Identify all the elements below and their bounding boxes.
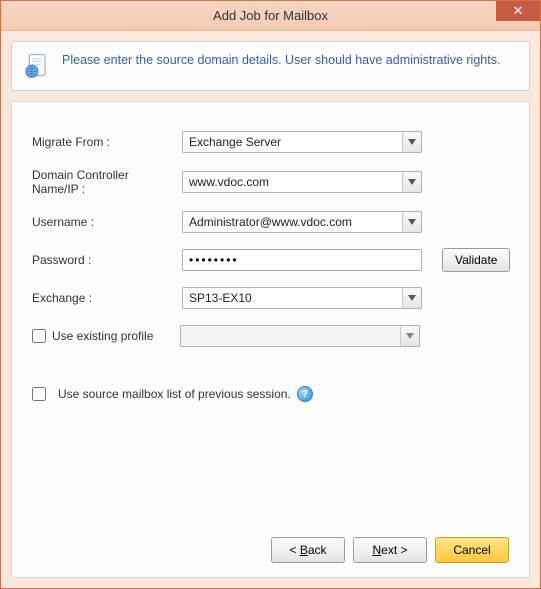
row-username: Username : bbox=[32, 210, 509, 234]
dropdown-btn-migrate-from[interactable] bbox=[402, 131, 422, 153]
close-button[interactable]: ✕ bbox=[496, 1, 540, 21]
input-password[interactable] bbox=[182, 249, 422, 271]
form-panel: Migrate From : Domain Controller Name/IP… bbox=[11, 101, 530, 578]
input-domain-controller[interactable] bbox=[182, 171, 422, 193]
label-domain-controller: Domain Controller Name/IP : bbox=[32, 168, 182, 196]
dialog-window: Add Job for Mailbox ✕ Please enter the s… bbox=[0, 0, 541, 589]
chevron-down-icon bbox=[408, 179, 416, 185]
dropdown-btn-exchange[interactable] bbox=[402, 287, 422, 309]
dropdown-btn-existing-profile[interactable] bbox=[400, 325, 420, 347]
dropdown-btn-username[interactable] bbox=[402, 211, 422, 233]
label-username: Username : bbox=[32, 215, 182, 229]
content-area: Please enter the source domain details. … bbox=[1, 31, 540, 588]
combo-domain-controller[interactable] bbox=[182, 171, 422, 193]
document-globe-icon bbox=[24, 52, 52, 80]
combo-username[interactable] bbox=[182, 211, 422, 233]
row-exchange: Exchange : bbox=[32, 286, 509, 310]
label-migrate-from: Migrate From : bbox=[32, 135, 182, 149]
label-password: Password : bbox=[32, 253, 182, 267]
label-use-existing-profile[interactable]: Use existing profile bbox=[52, 329, 180, 343]
chevron-down-icon bbox=[406, 333, 414, 339]
combo-migrate-from[interactable] bbox=[182, 131, 422, 153]
row-use-existing-profile: Use existing profile bbox=[32, 324, 509, 348]
info-text: Please enter the source domain details. … bbox=[62, 52, 500, 70]
info-panel: Please enter the source domain details. … bbox=[11, 41, 530, 91]
window-title: Add Job for Mailbox bbox=[213, 8, 328, 23]
combo-existing-profile[interactable] bbox=[180, 325, 420, 347]
next-label-rest: ext > bbox=[381, 543, 407, 557]
next-button[interactable]: Next > bbox=[353, 537, 427, 563]
cancel-button[interactable]: Cancel bbox=[435, 537, 509, 563]
help-icon[interactable]: ? bbox=[297, 386, 313, 402]
chevron-down-icon bbox=[408, 139, 416, 145]
input-existing-profile bbox=[180, 325, 420, 347]
combo-exchange[interactable] bbox=[182, 287, 422, 309]
row-password: Password : Validate bbox=[32, 248, 509, 272]
back-label-rest: ack bbox=[308, 543, 327, 557]
label-use-prev-session[interactable]: Use source mailbox list of previous sess… bbox=[58, 387, 291, 401]
row-migrate-from: Migrate From : bbox=[32, 130, 509, 154]
footer-bar: < Back Next > Cancel bbox=[32, 527, 509, 563]
checkbox-use-prev-session[interactable] bbox=[32, 387, 46, 401]
titlebar: Add Job for Mailbox ✕ bbox=[1, 1, 540, 31]
chevron-down-icon bbox=[408, 219, 416, 225]
row-use-prev-session: Use source mailbox list of previous sess… bbox=[32, 386, 509, 402]
checkbox-use-existing-profile[interactable] bbox=[32, 329, 46, 343]
validate-button[interactable]: Validate bbox=[442, 248, 510, 272]
dropdown-btn-domain-controller[interactable] bbox=[402, 171, 422, 193]
label-exchange: Exchange : bbox=[32, 291, 182, 305]
input-migrate-from[interactable] bbox=[182, 131, 422, 153]
row-domain-controller: Domain Controller Name/IP : bbox=[32, 168, 509, 196]
close-icon: ✕ bbox=[513, 3, 524, 19]
chevron-down-icon bbox=[408, 295, 416, 301]
back-button[interactable]: < Back bbox=[271, 537, 345, 563]
input-username[interactable] bbox=[182, 211, 422, 233]
input-exchange[interactable] bbox=[182, 287, 422, 309]
